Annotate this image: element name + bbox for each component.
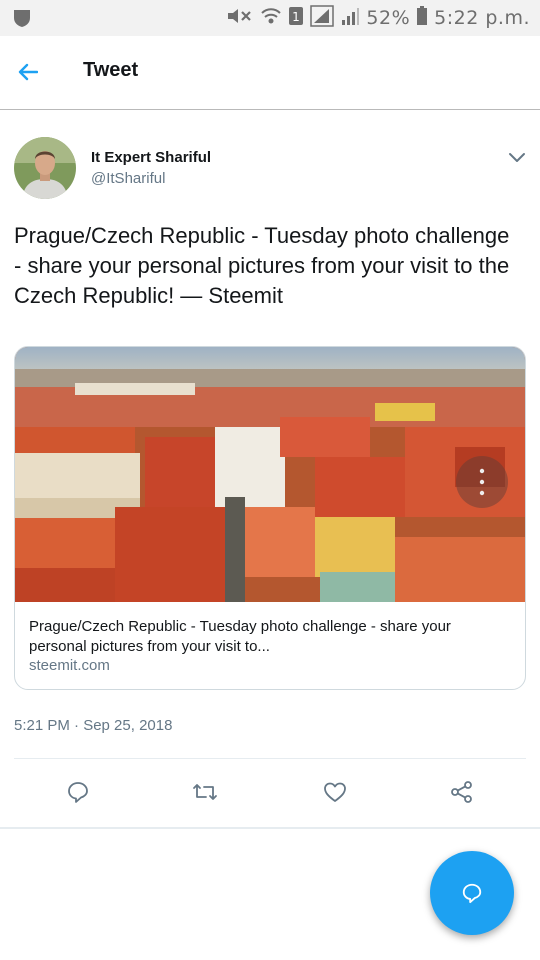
app-header: Tweet bbox=[0, 36, 540, 110]
compose-reply-button[interactable] bbox=[430, 851, 514, 935]
chevron-down-icon[interactable] bbox=[504, 148, 530, 168]
clock: 5:22 p.m. bbox=[434, 7, 530, 29]
arrow-left-icon bbox=[18, 63, 38, 81]
battery-percentage: 52% bbox=[366, 7, 411, 29]
reply-button[interactable] bbox=[64, 778, 92, 806]
reply-icon bbox=[462, 883, 482, 904]
status-bar: 1 52% 5:22 p.m. bbox=[0, 0, 540, 36]
sim-1-icon: 1 bbox=[288, 6, 304, 31]
tweet-text: Prague/Czech Republic - Tuesday photo ch… bbox=[14, 223, 510, 308]
like-icon bbox=[324, 782, 346, 802]
author-handle[interactable]: @ItShariful bbox=[91, 170, 165, 187]
share-icon bbox=[451, 781, 472, 803]
share-button[interactable] bbox=[448, 778, 476, 806]
tweet-actions bbox=[14, 772, 526, 812]
retweet-icon bbox=[193, 784, 217, 800]
signal-icon bbox=[340, 6, 360, 31]
divider bbox=[14, 758, 526, 759]
like-button[interactable] bbox=[321, 778, 349, 806]
wifi-icon bbox=[260, 6, 282, 31]
shield-icon bbox=[12, 8, 32, 33]
reply-icon bbox=[68, 782, 88, 803]
mute-icon bbox=[226, 6, 254, 31]
card-title: Prague/Czech Republic - Tuesday photo ch… bbox=[29, 618, 451, 655]
back-button[interactable] bbox=[14, 58, 42, 86]
divider bbox=[0, 827, 540, 829]
avatar[interactable] bbox=[14, 137, 76, 199]
card-domain: steemit.com bbox=[29, 657, 110, 674]
svg-text:1: 1 bbox=[293, 10, 301, 24]
battery-icon bbox=[416, 5, 428, 31]
tweet-timestamp: 5:21 PM · Sep 25, 2018 bbox=[14, 717, 173, 734]
retweet-button[interactable] bbox=[191, 778, 219, 806]
signal-boxed-icon bbox=[310, 4, 335, 32]
card-image[interactable] bbox=[15, 347, 525, 602]
author-name[interactable]: It Expert Shariful bbox=[91, 149, 211, 166]
link-card[interactable]: Prague/Czech Republic - Tuesday photo ch… bbox=[14, 346, 526, 690]
page-title: Tweet bbox=[83, 59, 139, 81]
